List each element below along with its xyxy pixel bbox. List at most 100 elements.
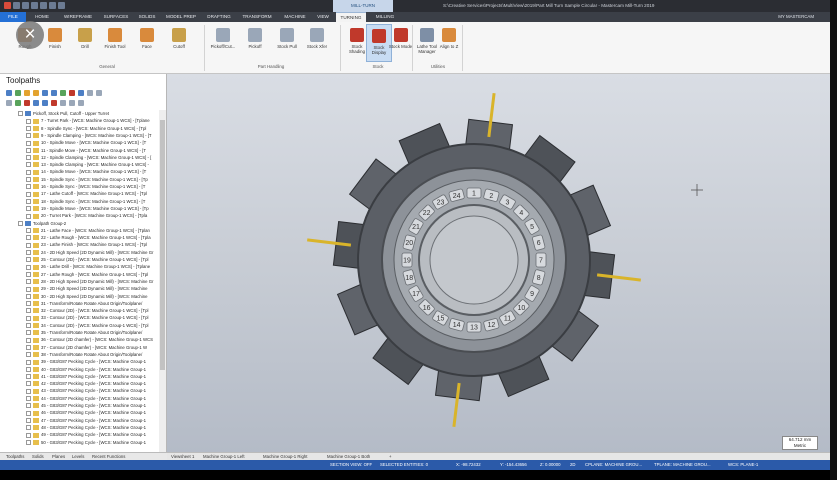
list-item[interactable]: 36 - Contour (2D chamfer) - [WCS: Machin… [26,336,153,343]
stock-xfer-button[interactable]: Stock Xfer [304,24,330,62]
expand-toggle-icon[interactable] [26,125,31,131]
expand-toggle-icon[interactable] [26,213,31,219]
expand-toggle-icon[interactable] [26,250,31,256]
cutoff-button[interactable]: Cutoff [166,24,192,62]
list-item[interactable]: 9 - Spindle Clamping - [WCS: Machine Gro… [26,132,152,139]
tab-turning[interactable]: TURNING [336,12,366,22]
tab-solids[interactable]: SOLIDS [136,12,158,22]
open-file-icon[interactable] [22,2,29,9]
list-item[interactable]: 35 - Transform/Rotate Rotate About Origi… [26,329,142,336]
list-item[interactable]: 29 - 2D High Speed (2D Dynamic Mill) - [… [26,285,148,292]
expand-toggle-icon[interactable] [26,410,31,416]
list-item[interactable]: 16 - Spindle Sync - [WCS: Machine Group-… [26,183,145,190]
list-item[interactable]: 31 - Transform/Rotate Rotate About Origi… [26,300,142,307]
expand-toggle-icon[interactable] [26,330,31,336]
graphics-viewport[interactable]: 1 2 3 4 5 6 7 8 9 10 11 12 13 14 15 16 17 18 19 20 21 22 23 24 [167,74,830,464]
drill-button[interactable]: Drill [72,24,98,62]
expand-toggle-icon[interactable] [26,162,31,168]
tab-machine[interactable]: MACHINE [280,12,310,22]
list-item[interactable]: 14 - Spindle Move - [WCS: Machine Group-… [26,168,146,175]
tab-surfaces[interactable]: SURFACES [100,12,132,22]
list-item[interactable]: Pickoff, Stock Pull, Cutoff - Upper Turr… [18,110,109,117]
expand-toggle-icon[interactable] [26,403,31,409]
list-item[interactable]: 43 - G83/G87 Pecking Cycle - [WCS: Machi… [26,387,146,394]
list-item[interactable]: 10 - Spindle Move - [WCS: Machine Group-… [26,139,146,146]
tab-wireframe[interactable]: WIREFRAME [60,12,96,22]
expand-toggle-icon[interactable] [26,366,31,372]
expand-toggle-icon[interactable] [26,133,31,139]
list-item[interactable]: 37 - Contour (2D chamfer) - [WCS: Machin… [26,344,147,351]
regenerate-selected-icon[interactable] [24,90,30,96]
save-icon[interactable] [31,2,38,9]
list-item[interactable]: 11 - Spindle Move - [WCS: Machine Group-… [26,147,146,154]
panel-scrollbar[interactable] [159,110,166,460]
expand-toggle-icon[interactable] [26,184,31,190]
pickoff-cutoff-button[interactable]: Pickoff/Cut... [210,24,236,62]
tplane-status[interactable]: TPLANE: MACHINE GROU... [654,460,711,470]
expand-toggle-icon[interactable] [26,206,31,212]
expand-toggle-icon[interactable] [26,308,31,314]
simulate-icon[interactable] [60,90,66,96]
list-item[interactable]: 38 - Transform/Rotate Rotate About Origi… [26,351,142,358]
list-item[interactable]: 25 - Contour (2D) - [WCS: Machine Group-… [26,256,148,263]
expand-toggle-icon[interactable] [26,169,31,175]
expand-toggle-icon[interactable] [26,155,31,161]
list-item[interactable]: 46 - G83/G87 Pecking Cycle - [WCS: Machi… [26,409,146,416]
single-display-icon[interactable] [69,100,75,106]
list-item[interactable]: 26 - Lathe Drill - [WCS: Machine Group-1… [26,263,150,270]
expand-toggle-icon[interactable] [26,425,31,431]
expand-toggle-icon[interactable] [26,352,31,358]
new-file-icon[interactable] [13,2,20,9]
single-toolpath-icon[interactable] [78,100,84,106]
list-item[interactable]: 49 - G83/G87 Pecking Cycle - [WCS: Machi… [26,431,146,438]
list-item[interactable]: 45 - G83/G87 Pecking Cycle - [WCS: Machi… [26,402,146,409]
expand-toggle-icon[interactable] [26,439,31,445]
pickoff-button[interactable]: Pickoff [242,24,268,62]
select-invalid-icon[interactable] [15,90,21,96]
mode-2d-toggle[interactable]: 2D [570,460,576,470]
expand-toggle-icon[interactable] [26,315,31,321]
list-item[interactable]: 20 - Turret Park - [WCS: Machine Group-1… [26,212,147,219]
expand-toggle-icon[interactable] [26,257,31,263]
list-item[interactable]: 28 - 2D High Speed (2D Dynamic Mill) - [… [26,278,153,285]
help-icon[interactable] [96,90,102,96]
section-view-status[interactable]: SECTION VIEW: OFF [330,460,372,470]
expand-toggle-icon[interactable] [26,264,31,270]
list-item[interactable]: 39 - G83/G87 Pecking Cycle - [WCS: Machi… [26,358,146,365]
expand-toggle-icon[interactable] [26,323,31,329]
tab-milling[interactable]: MILLING [370,12,400,22]
toggle-display-icon[interactable] [15,100,21,106]
list-item[interactable]: 47 - G83/G87 Pecking Cycle - [WCS: Machi… [26,417,146,424]
scroll-to-insert-icon[interactable] [60,100,66,106]
expand-toggle-icon[interactable] [26,359,31,365]
list-item[interactable]: 22 - Lathe Rough - [WCS: Machine Group-1… [26,234,151,241]
print-icon[interactable] [40,2,47,9]
finish-button[interactable]: Finish [42,24,68,62]
expand-toggle-icon[interactable] [26,198,31,204]
list-item[interactable]: 41 - G83/G87 Pecking Cycle - [WCS: Machi… [26,373,146,380]
list-item[interactable]: 7 - Turret Park - [WCS: Machine Group-1 … [26,117,150,124]
verify-icon[interactable] [51,90,57,96]
finish-tool-button[interactable]: Finish Tool [102,24,128,62]
expand-toggle-icon[interactable] [26,293,31,299]
tab-file[interactable]: FILE [0,12,26,22]
expand-toggle-icon[interactable] [18,111,23,117]
list-item[interactable]: 48 - G83/G87 Pecking Cycle - [WCS: Machi… [26,424,146,431]
list-item[interactable]: 27 - Lathe Rough - [WCS: Machine Group-1… [26,271,148,278]
expand-toggle-icon[interactable] [26,118,31,124]
expand-toggle-icon[interactable] [26,344,31,350]
expand-toggle-icon[interactable] [26,279,31,285]
expand-toggle-icon[interactable] [26,381,31,387]
align-to-z-button[interactable]: Align to Z [436,24,462,62]
lock-icon[interactable] [6,100,12,106]
list-item[interactable]: 19 - Spindle Move - [WCS: Machine Group-… [26,205,149,212]
list-item[interactable]: 23 - Lathe Finish - [WCS: Machine Group-… [26,241,147,248]
expand-toggle-icon[interactable] [26,417,31,423]
expand-toggle-icon[interactable] [26,374,31,380]
list-item[interactable]: 30 - 2D High Speed (2D Dynamic Mill) - [… [26,293,148,300]
list-item[interactable]: 44 - G83/G87 Pecking Cycle - [WCS: Machi… [26,395,146,402]
expand-toggle-icon[interactable] [26,235,31,241]
list-item[interactable]: 32 - Contour (2D) - [WCS: Machine Group-… [26,307,148,314]
expand-toggle-icon[interactable] [26,177,31,183]
list-item[interactable]: 15 - Spindle Sync - [WCS: Machine Group-… [26,176,148,183]
